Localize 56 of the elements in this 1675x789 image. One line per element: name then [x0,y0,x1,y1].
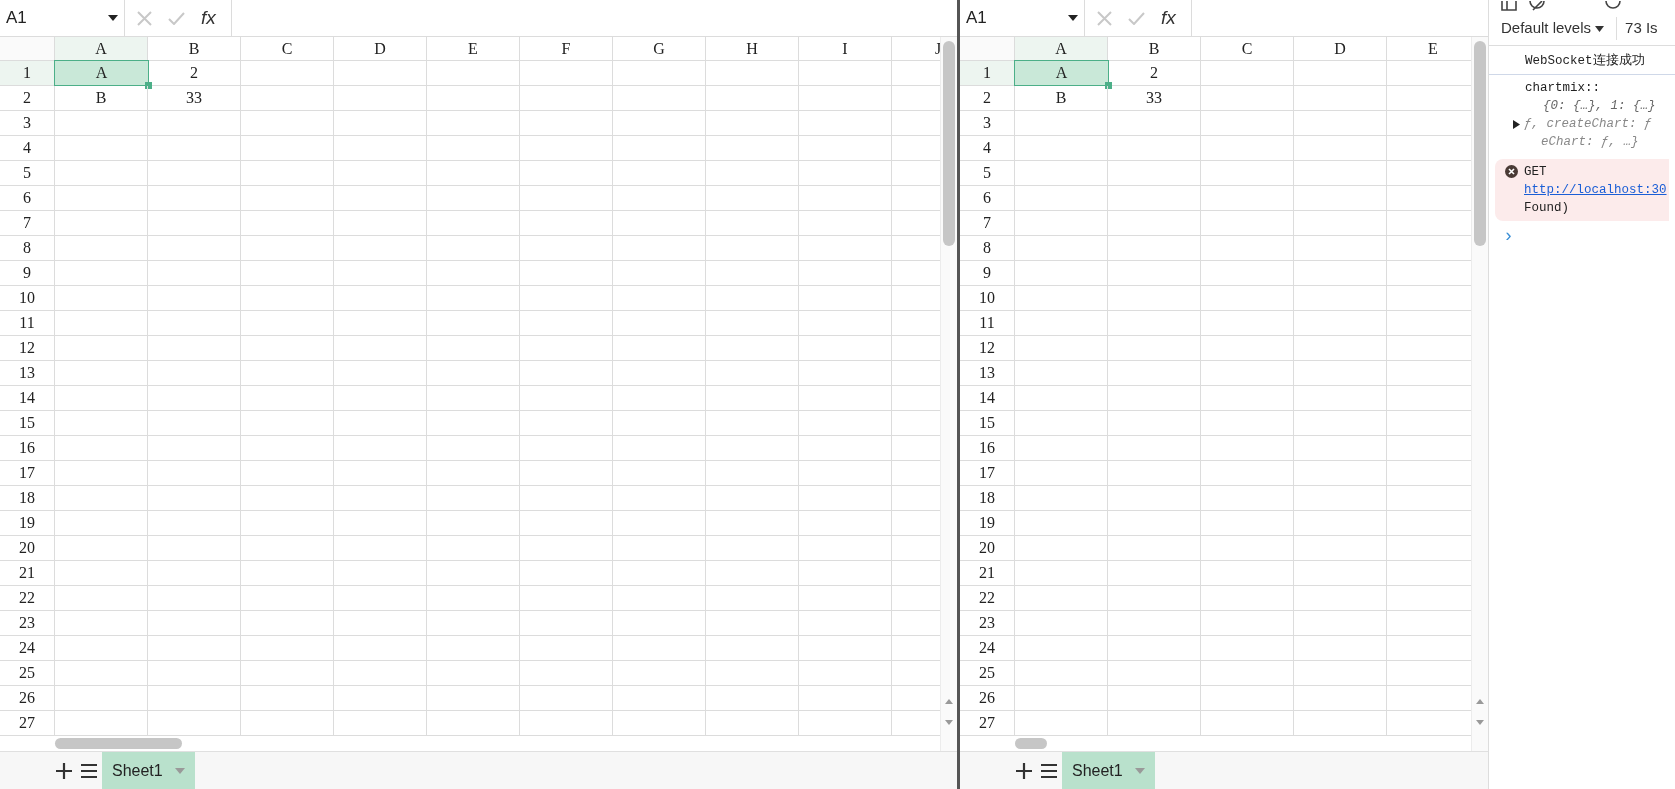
error-link[interactable]: http://localhost:30 [1524,181,1667,199]
log-levels-dropdown[interactable]: Default levels [1489,17,1618,40]
object-preview: ƒ, createChart: ƒ [1524,116,1652,133]
cancel-icon[interactable] [137,10,152,26]
caret-icon[interactable] [1134,767,1145,774]
sidebar-icon[interactable] [1501,1,1517,11]
horizontal-scrollbar-thumb[interactable] [1015,737,1047,749]
sheet-tab[interactable]: Sheet1 [1062,752,1155,789]
table-cell[interactable]: 33 [148,86,241,110]
column-header[interactable]: A [1015,37,1108,60]
vertical-scrollbar-thumb[interactable] [1474,41,1486,246]
console-message: chartmix:: [1525,80,1601,97]
scroll-down-icon[interactable] [1476,720,1484,725]
scroll-down-icon[interactable] [945,720,953,725]
scroll-up-icon[interactable] [945,699,953,704]
dropdown-caret-icon [108,15,118,21]
fill-handle[interactable] [1105,82,1112,89]
name-box[interactable]: A1 [960,0,1085,36]
horizontal-scrollbar-thumb[interactable] [55,737,182,749]
caret-icon [1595,25,1605,32]
table-cell[interactable]: B [55,86,148,110]
console-prompt[interactable]: › [1489,221,1675,245]
clear-icon[interactable] [1529,1,1545,11]
confirm-icon[interactable] [1128,11,1145,25]
dropdown-caret-icon [1068,15,1078,21]
table-cell[interactable]: 33 [1108,86,1201,110]
confirm-icon[interactable] [168,11,185,25]
add-sheet-icon[interactable] [56,762,72,779]
object-preview: eChart: ƒ, …} [1540,134,1640,151]
add-sheet-icon[interactable] [1016,762,1032,779]
scroll-up-icon[interactable] [1476,699,1484,704]
object-preview: {0: {…}, 1: {…} [1542,98,1657,115]
issues-count[interactable]: 73 Is [1617,17,1666,40]
table-cell[interactable]: 2 [148,61,241,85]
select-all-corner[interactable] [0,37,55,60]
column-header[interactable]: A [55,37,148,60]
select-all-corner[interactable] [960,37,1015,60]
error-text: GET [1524,164,1548,181]
expand-icon[interactable] [1513,119,1520,129]
function-button[interactable]: fx [201,3,216,33]
cancel-icon[interactable] [1097,10,1112,26]
console-message: WebSocket连接成功 [1525,54,1645,68]
name-box[interactable]: A1 [0,0,125,36]
table-cell[interactable]: B [1015,86,1108,110]
caret-icon[interactable] [174,767,185,774]
row-header[interactable]: 1 [0,61,55,85]
row-header[interactable]: 1 [960,61,1015,85]
error-text: Found) [1524,200,1570,217]
function-button[interactable]: fx [1161,3,1176,33]
vertical-scrollbar-thumb[interactable] [943,41,955,246]
fill-handle[interactable] [145,82,152,89]
table-cell[interactable]: 2 [1108,61,1201,85]
menu-icon[interactable] [1041,763,1057,778]
error-icon [1505,165,1518,178]
menu-icon[interactable] [81,763,97,778]
sheet-tab[interactable]: Sheet1 [102,752,195,789]
